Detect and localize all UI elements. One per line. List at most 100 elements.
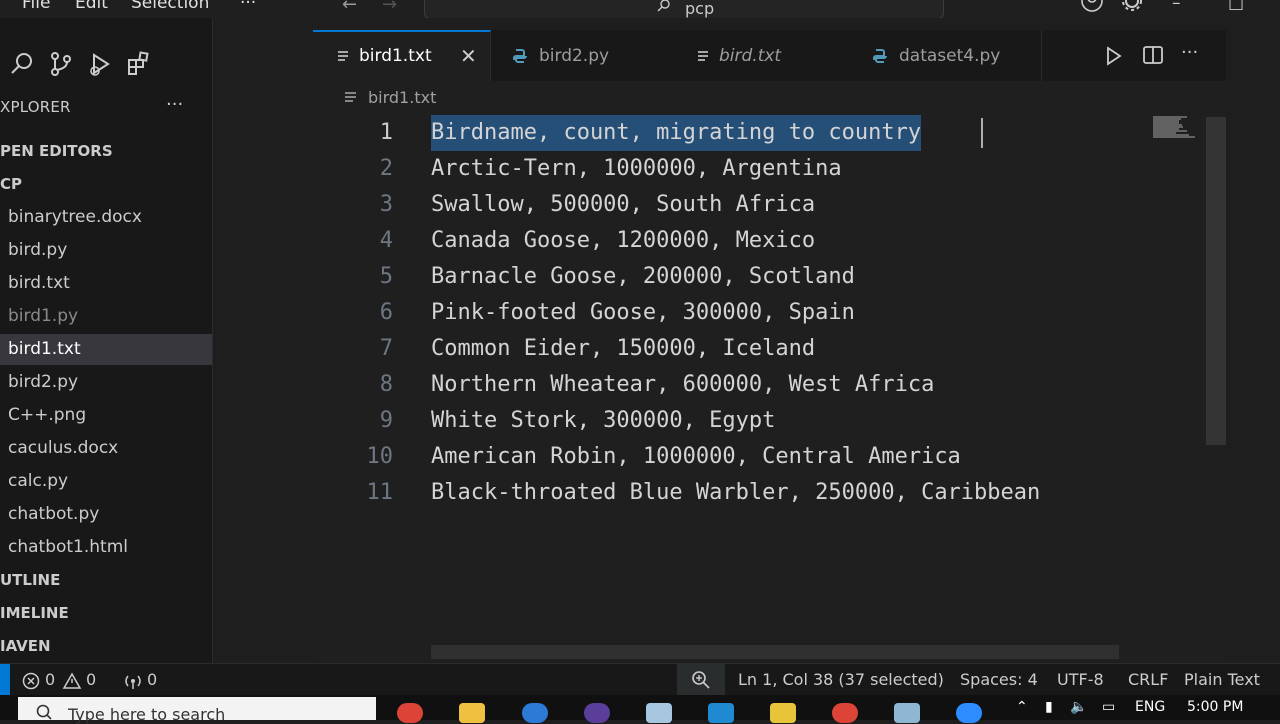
- menu-selection[interactable]: Selection: [131, 0, 209, 13]
- search-icon[interactable]: [8, 50, 36, 78]
- tab-label: dataset4.py: [899, 46, 1001, 66]
- code-line[interactable]: White Stork, 300000, Egypt: [431, 403, 775, 439]
- line-number: 2: [379, 156, 393, 181]
- run-debug-icon[interactable]: [86, 50, 114, 78]
- tab-dataset4-py[interactable]: dataset4.py: [851, 30, 1042, 81]
- code-line[interactable]: Black-throated Blue Warbler, 250000, Car…: [431, 475, 1040, 511]
- file-item[interactable]: chatbot1.html: [0, 532, 212, 563]
- file-item[interactable]: C++.png: [0, 400, 212, 431]
- timeline-section[interactable]: IMELINE: [0, 604, 69, 622]
- code-line[interactable]: Pink-footed Goose, 300000, Spain: [431, 295, 855, 331]
- folder-section[interactable]: CP: [0, 175, 22, 193]
- app-icon[interactable]: [646, 703, 672, 723]
- code-line[interactable]: Barnacle Goose, 200000, Scotland: [431, 259, 855, 295]
- forward-arrow-icon[interactable]: →: [382, 0, 397, 15]
- more-actions-icon[interactable]: ···: [1181, 42, 1198, 63]
- tab-bird1-txt[interactable]: bird1.txt ✕: [313, 30, 491, 81]
- zoom-app-icon[interactable]: [956, 703, 982, 723]
- open-editors-section[interactable]: PEN EDITORS: [0, 142, 113, 160]
- vscode-icon[interactable]: [708, 703, 734, 723]
- extensions-icon[interactable]: [125, 50, 153, 78]
- window-edge: [1227, 18, 1280, 663]
- close-icon[interactable]: ✕: [460, 44, 477, 68]
- chrome-icon[interactable]: [397, 703, 423, 723]
- eclipse-icon[interactable]: [584, 703, 610, 723]
- python-file-icon: [873, 49, 887, 63]
- tab-bird-txt[interactable]: bird.txt: [671, 30, 852, 81]
- ports-icon[interactable]: [122, 672, 144, 690]
- app-icon[interactable]: [770, 703, 796, 723]
- ports-count[interactable]: 0: [147, 670, 157, 689]
- back-arrow-icon[interactable]: ←: [342, 0, 357, 15]
- zoom-icon: [692, 671, 710, 689]
- code-line[interactable]: American Robin, 1000000, Central America: [431, 439, 961, 475]
- maven-section[interactable]: IAVEN: [0, 637, 51, 655]
- app-icon[interactable]: [894, 703, 920, 723]
- file-item[interactable]: bird.txt: [0, 268, 212, 299]
- input-language[interactable]: ENG: [1135, 699, 1165, 715]
- tray-chevron-icon[interactable]: ⌃: [1016, 699, 1028, 715]
- explorer-more-button[interactable]: ···: [166, 94, 183, 115]
- file-item-selected[interactable]: bird1.txt: [0, 334, 212, 365]
- title-bar: File Edit Selection ··· ← → pcp – □: [0, 0, 1280, 18]
- file-item[interactable]: caculus.docx: [0, 433, 212, 464]
- code-line[interactable]: Arctic-Tern, 1000000, Argentina: [431, 151, 842, 187]
- battery-icon[interactable]: ▮: [1045, 699, 1053, 715]
- file-item[interactable]: chatbot.py: [0, 499, 212, 530]
- network-icon[interactable]: ▭: [1102, 699, 1115, 715]
- chrome-icon[interactable]: [832, 703, 858, 723]
- warning-count[interactable]: 0: [86, 670, 96, 689]
- file-explorer-icon[interactable]: [459, 703, 485, 723]
- tab-label: bird.txt: [719, 46, 782, 66]
- code-line[interactable]: Swallow, 500000, South Africa: [431, 187, 815, 223]
- minimize-icon[interactable]: –: [1172, 0, 1181, 13]
- code-line[interactable]: Canada Goose, 1200000, Mexico: [431, 223, 815, 259]
- run-icon[interactable]: [1105, 46, 1123, 66]
- horizontal-scrollbar[interactable]: [431, 645, 1119, 659]
- windows-taskbar: Type here to search ⌃ ▮ 🔈 ▭ ENG 5:00 PM: [0, 695, 1280, 724]
- search-icon: [657, 0, 670, 12]
- menu-file[interactable]: File: [22, 0, 50, 13]
- cursor-position[interactable]: Ln 1, Col 38 (37 selected): [738, 670, 944, 689]
- zoom-button[interactable]: [677, 664, 725, 696]
- line-number: 5: [379, 264, 393, 289]
- file-item[interactable]: bird1.py: [0, 301, 212, 332]
- taskbar-search[interactable]: Type here to search: [18, 697, 376, 724]
- file-item[interactable]: calc.py: [0, 466, 212, 497]
- minimap[interactable]: [1153, 115, 1199, 139]
- code-line[interactable]: Common Eider, 150000, Iceland: [431, 331, 815, 367]
- code-line[interactable]: Northern Wheatear, 600000, West Africa: [431, 367, 934, 403]
- gear-icon[interactable]: [1120, 0, 1144, 15]
- line-endings[interactable]: CRLF: [1128, 670, 1168, 689]
- menu-more[interactable]: ···: [240, 0, 256, 13]
- command-center[interactable]: pcp: [424, 0, 944, 18]
- outline-section[interactable]: UTLINE: [0, 571, 60, 589]
- editor-area[interactable]: bird1.txt 1 Birdname, count, migrating t…: [313, 81, 1226, 663]
- explorer-title: XPLORER: [0, 98, 71, 116]
- volume-icon[interactable]: 🔈: [1070, 699, 1087, 715]
- app-icon[interactable]: [522, 703, 548, 723]
- line-number: 7: [379, 336, 393, 361]
- remote-indicator[interactable]: [0, 664, 10, 696]
- error-count[interactable]: 0: [45, 670, 55, 689]
- language-mode[interactable]: Plain Text: [1184, 670, 1260, 689]
- tab-bird2-py[interactable]: bird2.py: [491, 30, 672, 81]
- explorer-sidebar: XPLORER ··· PEN EDITORS CP binarytree.do…: [0, 18, 213, 663]
- vertical-scrollbar[interactable]: [1206, 117, 1226, 445]
- warning-icon[interactable]: [62, 672, 82, 690]
- clock[interactable]: 5:00 PM: [1187, 699, 1243, 715]
- menu-edit[interactable]: Edit: [75, 0, 108, 13]
- maximize-icon[interactable]: □: [1228, 0, 1244, 13]
- line-number: 1: [379, 120, 393, 145]
- file-item[interactable]: bird2.py: [0, 367, 212, 398]
- account-icon[interactable]: [1080, 0, 1104, 15]
- code-line[interactable]: Birdname, count, migrating to country: [431, 115, 922, 151]
- search-icon: [36, 704, 52, 720]
- encoding[interactable]: UTF-8: [1057, 670, 1104, 689]
- split-editor-icon[interactable]: [1142, 45, 1164, 65]
- file-item[interactable]: binarytree.docx: [0, 202, 212, 233]
- source-control-icon[interactable]: [47, 50, 75, 78]
- file-item[interactable]: bird.py: [0, 235, 212, 266]
- error-icon[interactable]: [22, 672, 40, 690]
- indentation[interactable]: Spaces: 4: [960, 670, 1038, 689]
